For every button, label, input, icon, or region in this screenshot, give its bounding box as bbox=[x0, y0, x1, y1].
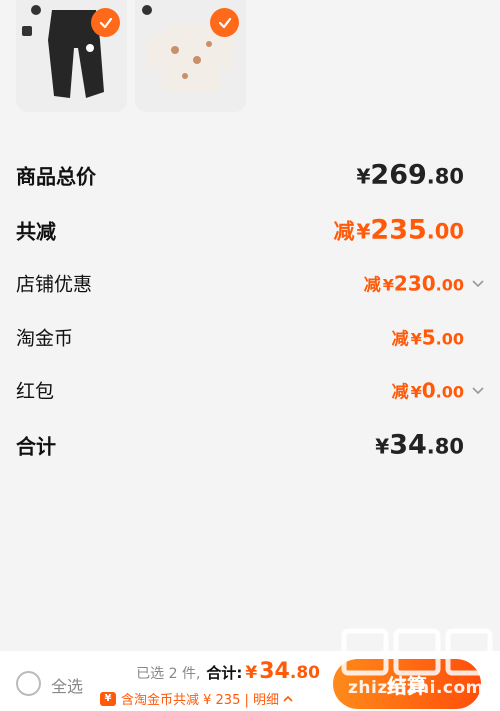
total-price-value: ¥ 269 .80 bbox=[357, 160, 465, 191]
chevron-down-icon[interactable] bbox=[470, 275, 486, 291]
chevron-down-icon[interactable] bbox=[470, 382, 486, 398]
bottom-total-int: 34 bbox=[259, 659, 290, 684]
discount-int: 235 bbox=[370, 214, 427, 246]
row-red-packet[interactable]: 红包 减 ¥ 0 .00 bbox=[0, 370, 500, 410]
discount-detail-text: 含淘金币共减 ¥ 235 | 明细 bbox=[121, 693, 279, 708]
select-all-radio[interactable] bbox=[16, 671, 41, 696]
sum-label: 合计 bbox=[16, 434, 56, 459]
discount-label: 共减 bbox=[16, 219, 56, 244]
check-icon[interactable] bbox=[91, 8, 120, 37]
bottom-total-dec: .80 bbox=[289, 663, 320, 683]
row-taojinbi: 淘金币 减 ¥ 5 .00 bbox=[0, 317, 500, 357]
store-discount-label: 店铺优惠 bbox=[16, 273, 93, 296]
yen-symbol: ¥ bbox=[245, 663, 258, 683]
sum-int: 34 bbox=[389, 429, 427, 461]
product-thumb-sweater[interactable] bbox=[135, 0, 246, 112]
discount-dec: .00 bbox=[426, 219, 464, 244]
redpack-int: 0 bbox=[421, 378, 436, 403]
bottom-total-label: 合计: bbox=[206, 664, 243, 682]
store-dec: .00 bbox=[435, 275, 464, 295]
total-price-int: 269 bbox=[370, 159, 427, 191]
yen-symbol: ¥ bbox=[410, 382, 422, 402]
bottom-total: 已选 2 件, 合计: ¥ 34 .80 bbox=[136, 659, 320, 684]
discount-prefix: 减 bbox=[333, 219, 355, 244]
store-int: 230 bbox=[393, 271, 436, 296]
row-discount: 共减 减 ¥ 235 .00 bbox=[0, 210, 500, 250]
coin-prefix: 减 bbox=[391, 329, 409, 350]
red-packet-value: 减 ¥ 0 .00 bbox=[392, 378, 464, 403]
yen-symbol: ¥ bbox=[382, 275, 394, 295]
coin-dec: .00 bbox=[435, 329, 464, 349]
sum-dec: .80 bbox=[426, 434, 464, 459]
row-total-price: 商品总价 ¥ 269 .80 bbox=[0, 155, 500, 195]
select-all-label[interactable]: 全选 bbox=[51, 673, 83, 697]
yen-symbol: ¥ bbox=[356, 219, 371, 244]
row-sum: 合计 ¥ 34 .80 bbox=[0, 425, 500, 465]
store-prefix: 减 bbox=[363, 275, 381, 296]
coin-icon: ¥ bbox=[100, 691, 116, 706]
red-packet-label: 红包 bbox=[16, 380, 55, 403]
selected-count: 已选 2 件, bbox=[136, 666, 201, 682]
taojinbi-label: 淘金币 bbox=[16, 327, 74, 350]
product-thumb-pants[interactable] bbox=[16, 0, 127, 112]
redpack-dec: .00 bbox=[435, 382, 464, 402]
taojinbi-value: 减 ¥ 5 .00 bbox=[392, 325, 464, 350]
coin-int: 5 bbox=[421, 325, 436, 350]
chevron-up-icon[interactable] bbox=[282, 693, 294, 705]
sum-value: ¥ 34 .80 bbox=[375, 430, 464, 461]
yen-symbol: ¥ bbox=[356, 164, 371, 189]
total-price-label: 商品总价 bbox=[16, 164, 96, 189]
discount-value: 减 ¥ 235 .00 bbox=[334, 215, 465, 246]
row-store-discount[interactable]: 店铺优惠 减 ¥ 230 .00 bbox=[0, 263, 500, 303]
watermark-text: zhizhizhi.com bbox=[348, 678, 484, 698]
store-discount-value: 减 ¥ 230 .00 bbox=[364, 271, 464, 296]
total-price-dec: .80 bbox=[426, 164, 464, 189]
yen-symbol: ¥ bbox=[410, 329, 422, 349]
yen-symbol: ¥ bbox=[375, 434, 390, 459]
redpack-prefix: 减 bbox=[391, 382, 409, 403]
check-icon[interactable] bbox=[210, 8, 239, 37]
discount-detail[interactable]: ¥ 含淘金币共减 ¥ 235 | 明细 bbox=[100, 689, 294, 708]
selected-products bbox=[16, 0, 246, 112]
